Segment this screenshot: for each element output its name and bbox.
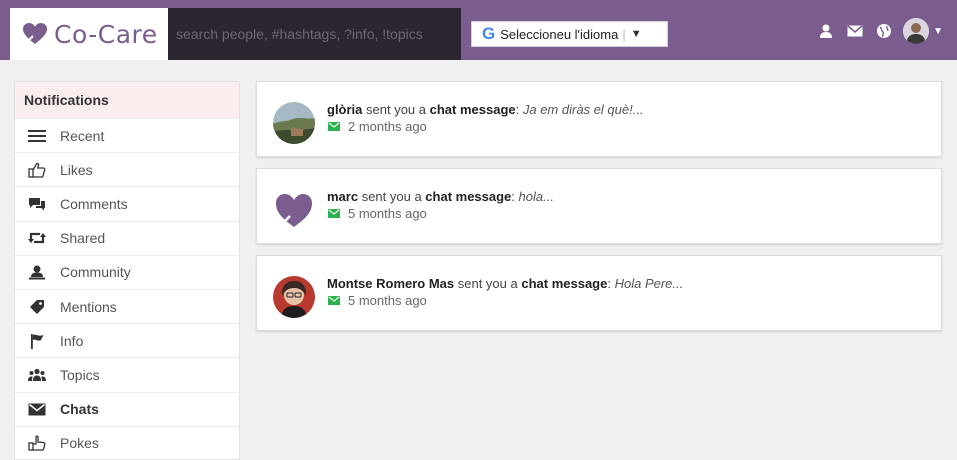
sidebar-item-label: Pokes (60, 435, 99, 452)
header-actions: ▼ (807, 18, 943, 44)
notification-meta: 2 months ago (328, 119, 427, 134)
sidebar-item-label: Mentions (60, 298, 117, 315)
search-input[interactable]: search people, #hashtags, ?info, !topics (168, 8, 461, 60)
sidebar-item-mentions[interactable]: Mentions (15, 290, 239, 325)
sidebar-item-label: Community (60, 264, 131, 281)
flag-icon (27, 333, 47, 349)
list-icon (27, 128, 47, 144)
sidebar-item-pokes[interactable]: Pokes (15, 427, 239, 459)
notification-text: Montse Romero Mas sent you a chat messag… (327, 276, 684, 291)
mail-icon[interactable] (845, 21, 865, 41)
thumbs-up-icon (27, 162, 47, 178)
sender-name[interactable]: glòria (327, 102, 362, 117)
sidebar-item-community[interactable]: Community (15, 256, 239, 290)
notification-card[interactable]: marc sent you a chat message: hola... 5 … (256, 168, 942, 244)
sidebar-item-topics[interactable]: Topics (15, 358, 239, 393)
sidebar-item-label: Recent (60, 127, 105, 144)
sidebar-item-label: Shared (60, 230, 106, 247)
envelope-icon (328, 296, 340, 305)
sidebar-item-comments[interactable]: Comments (15, 187, 239, 222)
avatar[interactable] (273, 102, 315, 144)
tag-icon (27, 299, 47, 315)
timestamp: 5 months ago (348, 206, 427, 221)
avatar[interactable] (903, 18, 930, 44)
envelope-icon (27, 401, 47, 417)
sidebar-item-likes[interactable]: Likes (15, 153, 239, 188)
timestamp: 5 months ago (348, 293, 427, 308)
message-preview: Ja em diràs el què!... (522, 102, 644, 117)
group-icon (27, 367, 47, 383)
sidebar-item-shared[interactable]: Shared (15, 222, 239, 256)
notification-text: marc sent you a chat message: hola... (327, 189, 554, 204)
message-preview: hola... (518, 189, 554, 204)
sidebar-item-label: Comments (60, 195, 128, 212)
poke-icon (27, 435, 47, 451)
caret-down-icon[interactable]: ▼ (933, 26, 943, 37)
message-preview: Hola Pere... (614, 276, 684, 291)
comments-icon (27, 196, 47, 212)
sender-name[interactable]: Montse Romero Mas (327, 276, 454, 291)
heart-logo-icon (23, 23, 47, 44)
notification-text: glòria sent you a chat message: Ja em di… (327, 102, 644, 117)
notification-card[interactable]: glòria sent you a chat message: Ja em di… (256, 81, 942, 157)
language-selector-label: Seleccioneu l'idioma (500, 26, 619, 42)
brand-logo[interactable]: Co-Care (7, 8, 168, 60)
notifications-sidebar: Notifications Recent Likes Comments Shar… (14, 81, 240, 460)
envelope-icon (328, 209, 340, 218)
user-icon[interactable] (816, 21, 836, 41)
notification-meta: 5 months ago (328, 206, 427, 221)
sidebar-item-label: Info (60, 332, 84, 349)
divider: | (622, 26, 626, 42)
sidebar-item-info[interactable]: Info (15, 324, 239, 359)
sender-name[interactable]: marc (327, 189, 358, 204)
notification-card[interactable]: Montse Romero Mas sent you a chat messag… (256, 255, 942, 331)
google-g-icon: G (482, 24, 496, 43)
sidebar-title: Notifications (15, 82, 239, 119)
search-placeholder: search people, #hashtags, ?info, !topics (176, 26, 423, 42)
notification-action[interactable]: chat message (430, 102, 516, 117)
timestamp: 2 months ago (348, 119, 427, 134)
sidebar-item-label: Chats (60, 401, 99, 418)
chevron-down-icon: ▼ (630, 28, 642, 40)
sidebar-item-recent[interactable]: Recent (15, 119, 239, 154)
globe-icon[interactable] (874, 21, 894, 41)
notification-action[interactable]: chat message (521, 276, 607, 291)
envelope-icon (328, 122, 340, 131)
top-navbar: Co-Care search people, #hashtags, ?info,… (0, 0, 957, 60)
avatar[interactable] (273, 189, 315, 231)
avatar[interactable] (273, 276, 315, 318)
app-name: Co-Care (54, 19, 158, 49)
retweet-icon (27, 230, 47, 246)
notification-action[interactable]: chat message (425, 189, 511, 204)
notification-meta: 5 months ago (328, 293, 427, 308)
sidebar-item-label: Likes (60, 161, 93, 178)
language-selector[interactable]: G Seleccioneu l'idioma | ▼ (471, 21, 668, 47)
sidebar-item-chats[interactable]: Chats (15, 393, 239, 427)
community-icon (27, 264, 47, 280)
sidebar-item-label: Topics (60, 366, 100, 383)
